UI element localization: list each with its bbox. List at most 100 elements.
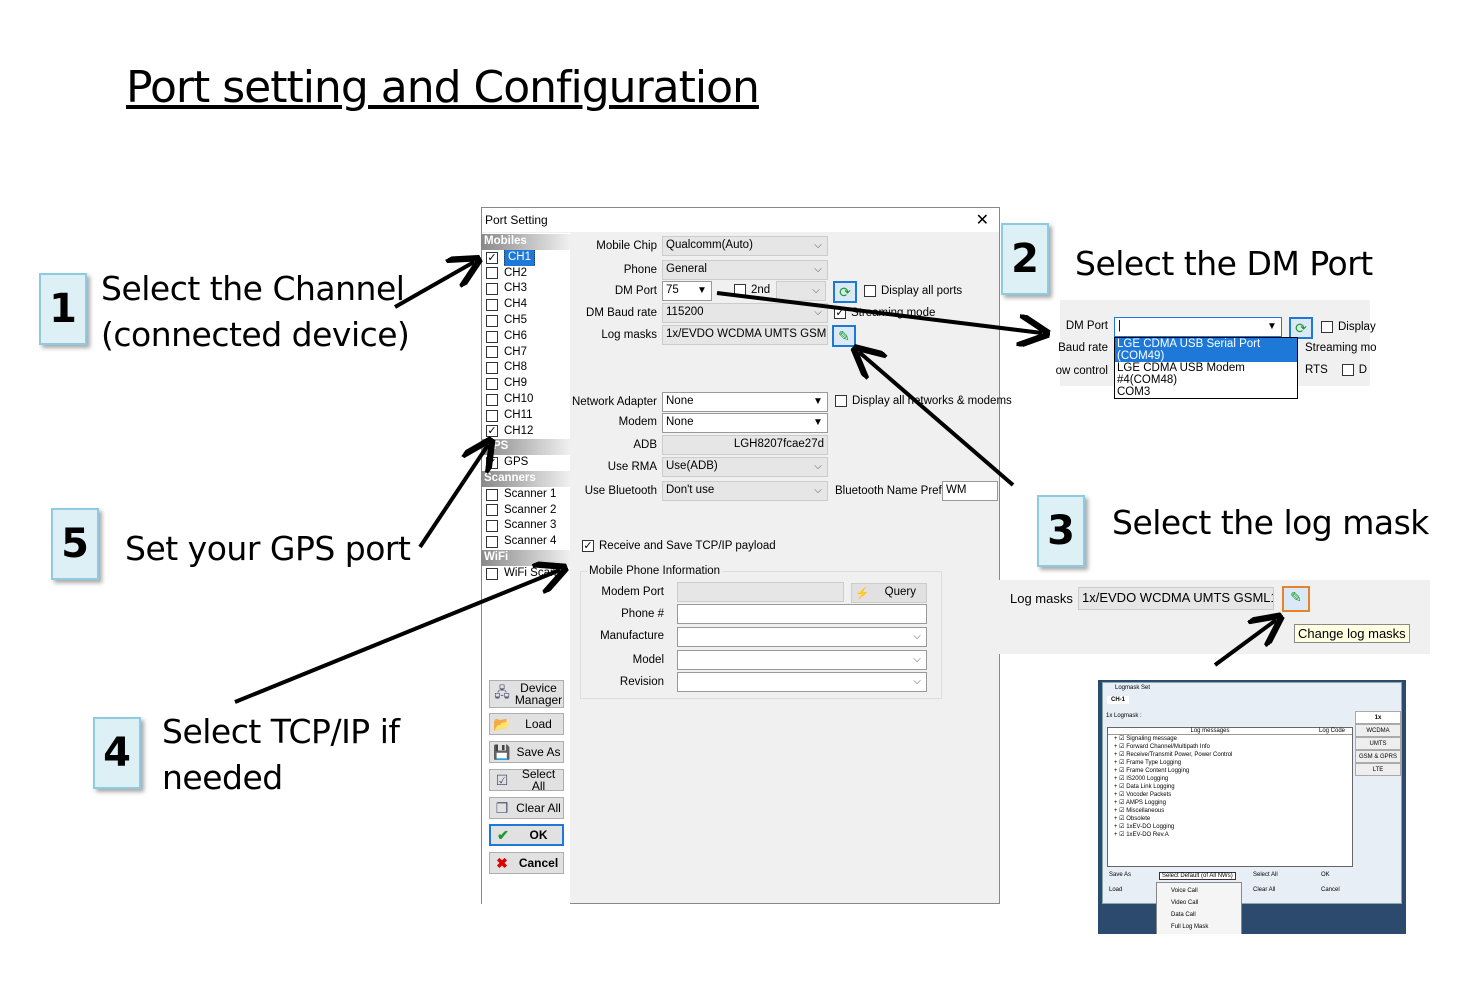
- phone-number-input[interactable]: [677, 604, 927, 624]
- log-message-item[interactable]: + ☑ Frame Type Logging: [1114, 759, 1352, 767]
- checkbox-icon[interactable]: + ☑: [1114, 736, 1126, 742]
- device-manager-button[interactable]: 🖧 Device Manager: [489, 680, 564, 708]
- device-list-item[interactable]: ✓ CH1: [482, 249, 570, 266]
- log-message-item[interactable]: + ☑ Forward Channel/Multipath Info: [1114, 743, 1352, 751]
- checkbox-icon[interactable]: + ☑: [1114, 808, 1126, 814]
- manufacture-select[interactable]: ⌵: [677, 627, 927, 647]
- checkbox-box[interactable]: [486, 504, 498, 517]
- dm-port-select[interactable]: | ▼: [1114, 317, 1282, 337]
- checkbox-box[interactable]: [486, 520, 498, 533]
- network-tab[interactable]: GSM & GPRS: [1355, 750, 1401, 763]
- device-list-item[interactable]: CH8: [482, 360, 570, 376]
- checkbox-box[interactable]: [486, 330, 498, 343]
- network-tab[interactable]: UMTS: [1355, 737, 1401, 750]
- log-message-item[interactable]: + ☑ Obsolete: [1114, 815, 1352, 823]
- cancel-button[interactable]: ✖ Cancel: [489, 852, 564, 874]
- tab-ch1[interactable]: CH-1: [1107, 696, 1130, 704]
- save-as-button[interactable]: Save As: [1109, 872, 1131, 878]
- change-log-masks-button[interactable]: ✎: [832, 325, 856, 347]
- checkbox-icon[interactable]: + ☑: [1114, 824, 1126, 830]
- log-message-item[interactable]: + ☑ IS2000 Logging: [1114, 775, 1352, 783]
- network-tab[interactable]: LTE: [1355, 763, 1401, 776]
- display-all-networks-checkbox[interactable]: Display all networks & modems: [835, 395, 1012, 407]
- mobile-chip-select[interactable]: Qualcomm(Auto) ⌵: [662, 236, 828, 256]
- menu-item[interactable]: Full Log Mask: [1171, 921, 1241, 933]
- modem-select[interactable]: None ▼: [662, 413, 828, 433]
- checkbox-icon[interactable]: + ☑: [1114, 832, 1126, 838]
- device-list-item[interactable]: CH9: [482, 376, 570, 392]
- model-select[interactable]: ⌵: [677, 650, 927, 670]
- close-icon[interactable]: ✕: [976, 210, 989, 230]
- checkbox-box[interactable]: ✓: [486, 457, 498, 470]
- menu-item[interactable]: Video Call: [1171, 897, 1241, 909]
- tcpip-payload-checkbox[interactable]: ✓ Receive and Save TCP/IP payload: [582, 540, 776, 552]
- device-list-item[interactable]: CH11: [482, 408, 570, 424]
- checkbox-box[interactable]: [486, 393, 498, 406]
- device-list-item[interactable]: ✓ CH12: [482, 424, 570, 440]
- log-message-item[interactable]: + ☑ Receive/Transmit Power, Power Contro…: [1114, 751, 1352, 759]
- checkbox-icon[interactable]: + ☑: [1114, 816, 1126, 822]
- device-list-item[interactable]: CH4: [482, 297, 570, 313]
- checkbox-box[interactable]: [486, 314, 498, 327]
- select-default-dropdown[interactable]: Select Default (of All NWs): [1159, 872, 1236, 880]
- checkbox-icon[interactable]: + ☑: [1114, 792, 1126, 798]
- use-bluetooth-select[interactable]: Don't use ⌵: [662, 481, 828, 501]
- checkbox-icon[interactable]: + ☑: [1114, 800, 1126, 806]
- load-button[interactable]: Load: [1109, 887, 1122, 893]
- log-message-item[interactable]: + ☑ AMPS Logging: [1114, 799, 1352, 807]
- dm-baud-rate-select[interactable]: 115200 ⌵: [662, 303, 828, 323]
- refresh-ports-button[interactable]: ⟳: [1289, 317, 1313, 339]
- device-list-item[interactable]: Scanner 1: [482, 487, 570, 503]
- checkbox-box[interactable]: [486, 488, 498, 501]
- checkbox-icon[interactable]: + ☑: [1114, 752, 1126, 758]
- device-list-item[interactable]: Scanner 4: [482, 534, 570, 550]
- log-message-item[interactable]: + ☑ 1xEV-DO Rev.A: [1114, 831, 1352, 839]
- dm-port-option[interactable]: LGE CDMA USB Modem #4(COM48): [1115, 362, 1297, 386]
- device-list-item[interactable]: CH6: [482, 329, 570, 345]
- rts-checkbox[interactable]: RTS D: [1305, 364, 1367, 376]
- checkbox-icon[interactable]: + ☑: [1114, 760, 1126, 766]
- network-tab[interactable]: 1x: [1355, 711, 1401, 724]
- menu-item[interactable]: Voice Call: [1171, 885, 1241, 897]
- checkbox-box[interactable]: [486, 378, 498, 391]
- device-list-item[interactable]: CH7: [482, 345, 570, 361]
- device-list-item[interactable]: WiFi Scan: [482, 566, 570, 582]
- use-rma-select[interactable]: Use(ADB) ⌵: [662, 457, 828, 477]
- checkbox-box[interactable]: [486, 346, 498, 359]
- dm-port-select[interactable]: 75 ▼: [662, 281, 712, 301]
- cancel-button[interactable]: Cancel: [1321, 887, 1340, 893]
- display-checkbox[interactable]: Display: [1321, 321, 1376, 333]
- load-button[interactable]: 📂 Load: [489, 713, 564, 735]
- log-message-item[interactable]: + ☑ Miscellaneous: [1114, 807, 1352, 815]
- log-message-item[interactable]: + ☑ Vocoder Packets: [1114, 791, 1352, 799]
- select-all-button[interactable]: ☑ Select All: [489, 768, 564, 792]
- menu-item[interactable]: Data Call: [1171, 909, 1241, 921]
- display-all-ports-checkbox[interactable]: Display all ports: [864, 285, 962, 297]
- refresh-ports-button[interactable]: ⟳: [833, 281, 857, 303]
- checkbox-icon[interactable]: + ☑: [1114, 776, 1126, 782]
- log-message-item[interactable]: + ☑ Signaling message: [1114, 735, 1352, 743]
- checkbox-box[interactable]: [486, 409, 498, 422]
- checkbox-box[interactable]: [486, 299, 498, 312]
- log-message-item[interactable]: + ☑ Data Link Logging: [1114, 783, 1352, 791]
- device-list-item[interactable]: CH2: [482, 266, 570, 282]
- streaming-checkbox[interactable]: Streaming mo: [1305, 342, 1377, 354]
- device-list-item[interactable]: Scanner 2: [482, 503, 570, 519]
- checkbox-box[interactable]: [486, 536, 498, 549]
- network-adapter-select[interactable]: None ▼: [662, 392, 828, 412]
- ok-button[interactable]: ✔ OK: [489, 824, 564, 846]
- second-port-checkbox[interactable]: 2nd: [734, 284, 770, 296]
- device-list-item[interactable]: CH10: [482, 392, 570, 408]
- device-list-item[interactable]: CH3: [482, 281, 570, 297]
- log-message-item[interactable]: + ☑ 1xEV-DO Logging: [1114, 823, 1352, 831]
- phone-select[interactable]: General ⌵: [662, 260, 828, 280]
- streaming-mode-checkbox[interactable]: ✓ Streaming mode: [834, 307, 935, 319]
- device-list-item[interactable]: CH5: [482, 313, 570, 329]
- query-button[interactable]: ⚡ Query: [851, 583, 927, 603]
- checkbox-box[interactable]: ✓: [486, 251, 498, 264]
- checkbox-box[interactable]: ✓: [486, 425, 498, 438]
- checkbox-box[interactable]: [486, 362, 498, 375]
- clear-all-button[interactable]: Clear All: [1253, 887, 1275, 893]
- ok-button[interactable]: OK: [1321, 872, 1330, 878]
- device-list-item[interactable]: Scanner 3: [482, 518, 570, 534]
